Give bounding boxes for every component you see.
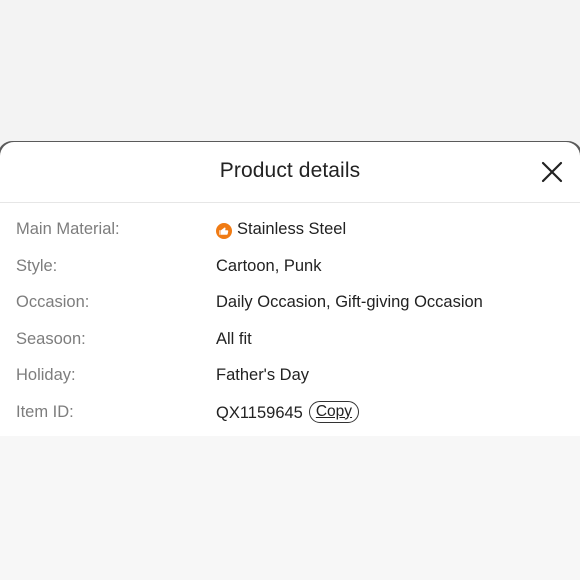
sheet-title: Product details xyxy=(219,159,361,182)
detail-label: Holiday: xyxy=(16,366,76,384)
detail-label: Style: xyxy=(16,256,58,275)
detail-row-main-material: Main Material: Stainless Steel xyxy=(0,214,580,251)
close-button[interactable] xyxy=(540,160,564,184)
detail-row-occasion: Occasion: Daily Occasion, Gift-giving Oc… xyxy=(0,287,580,324)
details-list: Main Material: Stainless Steel Style: Ca… xyxy=(0,214,580,433)
detail-value: All fit xyxy=(216,329,252,348)
detail-value: Daily Occasion, Gift-giving Occasion xyxy=(216,293,483,311)
detail-label: Seasoon: xyxy=(16,329,86,348)
detail-row-item-id: Item ID: QX1159645 Copy xyxy=(0,397,580,434)
detail-value-text: Stainless Steel xyxy=(237,220,347,238)
copy-button[interactable]: Copy xyxy=(308,400,360,423)
thumbs-up-badge-icon xyxy=(216,222,232,239)
sheet-header: Product details xyxy=(0,142,580,203)
product-details-sheet: Product details Main Material: Stainless… xyxy=(0,142,580,436)
detail-value: QX1159645 Copy xyxy=(216,400,360,425)
detail-row-holiday: Holiday: Father's Day xyxy=(0,360,580,397)
detail-value: Father's Day xyxy=(216,366,310,384)
detail-value: Stainless Steel xyxy=(216,220,346,239)
item-id-text: QX1159645 xyxy=(216,404,303,422)
close-icon xyxy=(541,161,563,183)
detail-label: Main Material: xyxy=(16,220,120,238)
backdrop-bottom xyxy=(0,436,580,580)
detail-row-style: Style: Cartoon, Punk xyxy=(0,251,580,288)
detail-value: Cartoon, Punk xyxy=(216,256,322,275)
detail-label: Item ID: xyxy=(16,402,74,421)
detail-row-season: Seasoon: All fit xyxy=(0,324,580,361)
detail-label: Occasion: xyxy=(16,293,90,311)
backdrop-top xyxy=(0,0,580,142)
